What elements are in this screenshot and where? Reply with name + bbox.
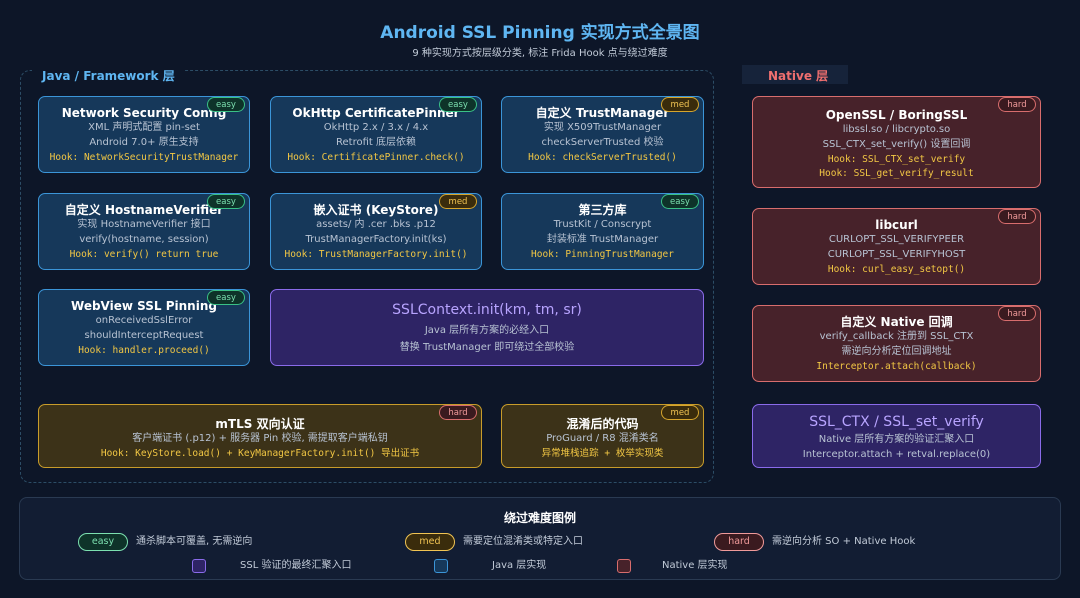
card-mtls: hard mTLS 双向认证 客户端证书 (.p12) + 服务器 Pin 校验…: [38, 404, 482, 468]
difficulty-badge: easy: [207, 194, 245, 209]
legend-purple-text: SSL 验证的最终汇聚入口: [240, 560, 352, 571]
legend-med-pill: med: [405, 533, 455, 551]
card-webview-ssl-pinning: easy WebView SSL Pinning onReceivedSslEr…: [38, 289, 250, 366]
card-line: 客户端证书 (.p12) + 服务器 Pin 校验, 需提取客户端私钥: [132, 433, 388, 444]
legend-blue-text: Java 层实现: [492, 560, 547, 571]
legend-purple-swatch: [192, 559, 206, 573]
hook-line: Hook: checkServerTrusted(): [528, 152, 677, 163]
difficulty-badge: easy: [207, 97, 245, 112]
difficulty-badge: hard: [998, 209, 1036, 224]
page-subtitle: 9 种实现方式按层级分类, 标注 Frida Hook 点与绕过难度: [412, 48, 668, 59]
card-line: Interceptor.attach + retval.replace(0): [802, 449, 991, 460]
card-custom-trustmanager: med 自定义 TrustManager 实现 X509TrustManager…: [501, 96, 704, 173]
card-line: shouldInterceptRequest: [84, 330, 204, 341]
legend-red-swatch: [617, 559, 631, 573]
legend-easy-text: 通杀脚本可覆盖, 无需逆向: [136, 536, 253, 547]
difficulty-badge: hard: [998, 97, 1036, 112]
difficulty-badge: easy: [661, 194, 699, 209]
java-region-label: Java / Framework 层: [32, 65, 185, 86]
card-network-security-config: easy Network Security Config XML 声明式配置 p…: [38, 96, 250, 173]
legend-panel: 绕过难度图例 easy 通杀脚本可覆盖, 无需逆向 med 需要定位混淆类或特定…: [19, 497, 1061, 580]
hook-line: Hook: CertificatePinner.check(): [287, 152, 465, 163]
card-libcurl: hard libcurl CURLOPT_SSL_VERIFYPEER CURL…: [752, 208, 1041, 285]
legend-title: 绕过难度图例: [503, 511, 576, 525]
legend-med-text: 需要定位混淆类或特定入口: [463, 536, 583, 547]
card-line: 需逆向分析定位回调地址: [841, 346, 952, 357]
card-title: SSL_CTX / SSL_set_verify: [809, 414, 984, 430]
difficulty-badge: hard: [998, 306, 1036, 321]
card-title: mTLS 双向认证: [215, 417, 305, 431]
card-line: CURLOPT_SSL_VERIFYPEER: [828, 234, 965, 245]
hook-line: Hook: KeyStore.load() + KeyManagerFactor…: [100, 448, 420, 459]
difficulty-badge: hard: [439, 405, 477, 420]
legend-hard-text: 需逆向分析 SO + Native Hook: [772, 536, 916, 547]
card-line: verify(hostname, session): [79, 234, 209, 245]
card-line: 实现 X509TrustManager: [543, 122, 662, 133]
hook-line: Hook: curl_easy_setopt(): [827, 264, 966, 275]
card-line: Native 层所有方案的验证汇聚入口: [818, 434, 975, 445]
card-title: OpenSSL / BoringSSL: [825, 108, 968, 122]
card-native-callback: hard 自定义 Native 回调 verify_callback 注册到 S…: [752, 305, 1041, 382]
card-line: 替换 TrustManager 即可绕过全部校验: [399, 342, 575, 353]
card-embedded-keystore: med 嵌入证书 (KeyStore) assets/ 内 .cer .bks …: [270, 193, 482, 270]
card-third-party-library: easy 第三方库 TrustKit / Conscrypt 封装标准 Trus…: [501, 193, 704, 270]
card-line: TrustKit / Conscrypt: [553, 219, 652, 230]
card-line: Java 层所有方案的必经入口: [424, 325, 550, 336]
page-title: Android SSL Pinning 实现方式全景图: [380, 23, 700, 43]
legend-hard-pill: hard: [714, 533, 764, 551]
card-ssl-ctx-set-verify: SSL_CTX / SSL_set_verify Native 层所有方案的验证…: [752, 404, 1041, 468]
hook-line: Hook: verify() return true: [69, 249, 219, 260]
card-title: SSLContext.init(km, tm, sr): [392, 302, 582, 318]
card-line: checkServerTrusted 校验: [541, 137, 664, 148]
hook-line: Hook: NetworkSecurityTrustManager: [49, 152, 239, 163]
card-line: 实现 HostnameVerifier 接口: [77, 219, 211, 230]
card-line: Android 7.0+ 原生支持: [89, 137, 199, 148]
hook-line: Hook: TrustManagerFactory.init(): [284, 249, 468, 260]
legend-easy-pill: easy: [78, 533, 128, 551]
card-okhttp-certificatepinner: easy OkHttp CertificatePinner OkHttp 2.x…: [270, 96, 482, 173]
hook-line: Hook: handler.proceed(): [78, 345, 210, 356]
card-line: SSL_CTX_set_verify() 设置回调: [822, 139, 971, 150]
difficulty-badge: easy: [207, 290, 245, 305]
hook-line: Hook: SSL_CTX_set_verify: [827, 154, 966, 165]
legend-red-text: Native 层实现: [662, 560, 728, 571]
hook-line: 异常堆栈追踪 + 枚举实现类: [541, 448, 664, 459]
hook-line: Interceptor.attach(callback): [816, 361, 977, 372]
difficulty-badge: med: [439, 194, 477, 209]
card-line: ProGuard / R8 混淆类名: [546, 433, 659, 444]
card-line: verify_callback 注册到 SSL_CTX: [819, 331, 974, 342]
card-title: 自定义 Native 回调: [840, 315, 953, 329]
difficulty-badge: easy: [439, 97, 477, 112]
hook-line: Hook: SSL_get_verify_result: [819, 168, 974, 179]
difficulty-badge: med: [661, 405, 699, 420]
card-line: OkHttp 2.x / 3.x / 4.x: [323, 122, 429, 133]
card-line: CURLOPT_SSL_VERIFYHOST: [827, 249, 966, 260]
card-line: assets/ 内 .cer .bks .p12: [316, 219, 436, 230]
difficulty-badge: med: [661, 97, 699, 112]
hook-line: Hook: PinningTrustManager: [531, 249, 674, 260]
legend-blue-swatch: [434, 559, 448, 573]
card-line: 封装标准 TrustManager: [546, 234, 659, 245]
card-title: libcurl: [875, 218, 918, 232]
card-hostname-verifier: easy 自定义 HostnameVerifier 实现 HostnameVer…: [38, 193, 250, 270]
card-line: libssl.so / libcrypto.so: [842, 124, 951, 135]
card-obfuscated-code: med 混淆后的代码 ProGuard / R8 混淆类名 异常堆栈追踪 + 枚…: [501, 404, 704, 468]
card-sslcontext-init: SSLContext.init(km, tm, sr) Java 层所有方案的必…: [270, 289, 704, 366]
card-line: XML 声明式配置 pin-set: [88, 122, 200, 133]
card-openssl-boringssl: hard OpenSSL / BoringSSL libssl.so / lib…: [752, 96, 1041, 188]
card-line: TrustManagerFactory.init(ks): [305, 234, 447, 245]
card-line: Retrofit 底层依赖: [336, 137, 416, 148]
native-region-label: Native 层: [742, 65, 848, 84]
card-line: onReceivedSslError: [95, 315, 193, 326]
